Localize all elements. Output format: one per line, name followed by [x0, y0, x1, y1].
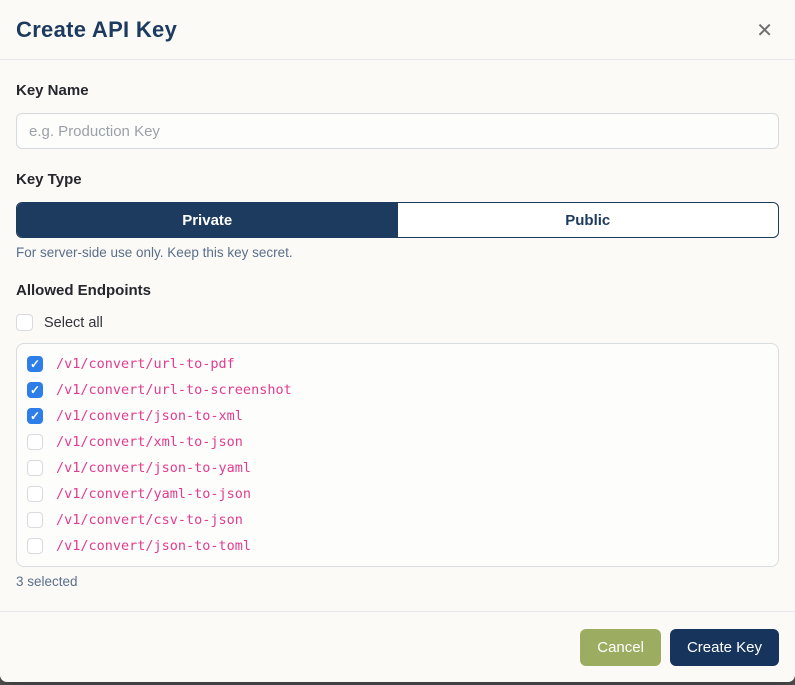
create-key-button[interactable]: Create Key [669, 629, 779, 666]
endpoint-row[interactable]: /v1/convert/json-to-toml [27, 533, 768, 559]
dialog-header: Create API Key ✕ [0, 0, 795, 60]
selected-count: 3 selected [16, 574, 78, 589]
allowed-endpoints-label: Allowed Endpoints [16, 282, 151, 299]
select-all-label: Select all [44, 314, 103, 331]
dialog-title: Create API Key [16, 16, 178, 42]
endpoint-checkbox[interactable] [27, 434, 43, 450]
endpoint-checkbox[interactable] [27, 460, 43, 476]
endpoint-row[interactable]: /v1/convert/csv-to-json [27, 507, 768, 533]
endpoint-checkbox[interactable] [27, 408, 43, 424]
key-name-input[interactable] [16, 113, 779, 149]
close-icon[interactable]: ✕ [750, 16, 779, 44]
endpoint-path: /v1/convert/xml-to-json [56, 434, 243, 450]
key-type-toggle: Private Public [16, 202, 779, 238]
endpoint-row[interactable]: /v1/convert/url-to-screenshot [27, 377, 768, 403]
key-type-option-private[interactable]: Private [17, 203, 398, 237]
endpoint-path: /v1/convert/url-to-screenshot [56, 382, 292, 398]
create-api-key-dialog: Create API Key ✕ Key Name Key Type Priva… [0, 0, 795, 682]
endpoint-checkbox[interactable] [27, 356, 43, 372]
endpoint-path: /v1/convert/json-to-toml [56, 538, 252, 554]
key-name-label: Key Name [16, 82, 89, 99]
endpoint-path: /v1/convert/url-to-pdf [56, 356, 235, 372]
endpoint-row[interactable]: /v1/convert/json-to-xml [27, 403, 768, 429]
select-all-row[interactable]: Select all [16, 314, 779, 331]
endpoint-path: /v1/convert/json-to-xml [56, 408, 243, 424]
endpoint-checkbox[interactable] [27, 382, 43, 398]
select-all-checkbox[interactable] [16, 314, 33, 331]
endpoint-list: /v1/convert/url-to-pdf/v1/convert/url-to… [16, 343, 779, 567]
cancel-button[interactable]: Cancel [580, 629, 661, 666]
endpoint-row[interactable]: /v1/convert/yaml-to-json [27, 481, 768, 507]
endpoint-checkbox[interactable] [27, 486, 43, 502]
key-type-label: Key Type [16, 171, 82, 188]
dialog-body: Key Name Key Type Private Public For ser… [0, 60, 795, 589]
endpoint-path: /v1/convert/csv-to-json [56, 512, 243, 528]
key-type-helper-text: For server-side use only. Keep this key … [16, 245, 293, 260]
key-type-option-public[interactable]: Public [398, 203, 779, 237]
endpoint-path: /v1/convert/json-to-yaml [56, 460, 252, 476]
endpoint-checkbox[interactable] [27, 538, 43, 554]
endpoint-row[interactable]: /v1/convert/xml-to-json [27, 429, 768, 455]
endpoint-path: /v1/convert/yaml-to-json [56, 486, 252, 502]
endpoint-checkbox[interactable] [27, 512, 43, 528]
endpoint-row[interactable]: /v1/convert/json-to-yaml [27, 455, 768, 481]
dialog-footer: Cancel Create Key [0, 611, 795, 682]
endpoint-row[interactable]: /v1/convert/url-to-pdf [27, 351, 768, 377]
